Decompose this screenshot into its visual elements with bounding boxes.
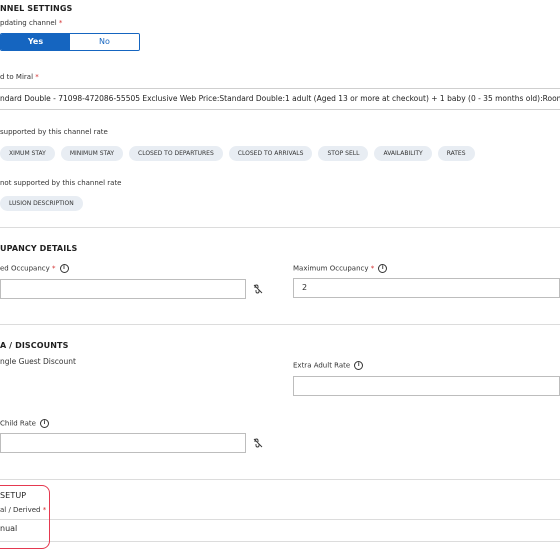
not-supported-chips: LUSION DESCRIPTION [0,196,83,211]
chip-rates: RATES [437,146,475,161]
updating-channel-label: pdating channel * [0,19,63,27]
mapped-rate-field[interactable]: ndard Double - 71098-472086-55505 Exclus… [0,88,560,110]
divider [0,541,560,542]
divider [0,324,560,325]
chip-closed-to-departures: CLOSED TO DEPARTURES [129,146,223,161]
toggle-no-button[interactable]: No [70,34,139,50]
supported-chips: XIMUM STAY MINIMUM STAY CLOSED TO DEPART… [0,146,475,161]
updating-channel-toggle[interactable]: Yes No [0,33,140,51]
toggle-yes-button[interactable]: Yes [1,34,70,50]
chip-minimum-stay: MINIMUM STAY [60,146,124,161]
child-rate-input[interactable] [0,433,246,453]
mapped-to-label: d to Miral * [0,73,39,81]
info-icon[interactable]: i [378,264,388,273]
supported-label: supported by this channel rate [0,128,108,136]
info-icon[interactable]: i [39,419,49,428]
unlink-icon[interactable] [248,433,268,453]
extra-adult-rate-input[interactable] [293,376,560,396]
highlight-outline [0,485,50,549]
chip-closed-to-arrivals: CLOSED TO ARRIVALS [228,146,313,161]
not-supported-label: not supported by this channel rate [0,179,122,187]
maximum-occupancy-input[interactable]: 2 [293,278,560,298]
included-occupancy-input[interactable] [0,279,246,299]
info-icon[interactable]: i [354,361,364,370]
chip-inclusion-description: LUSION DESCRIPTION [0,196,83,211]
unlink-icon[interactable] [248,279,268,299]
chip-availability: AVAILABILITY [374,146,432,161]
section-title-discounts: A / DISCOUNTS [0,341,69,350]
chip-stop-sell: STOP SELL [318,146,369,161]
maximum-occupancy-label: Maximum Occupancy * i [293,264,388,273]
section-title-channel-settings: NNEL SETTINGS [0,4,73,13]
section-title-occupancy: UPANCY DETAILS [0,244,78,253]
divider [0,479,560,480]
info-icon[interactable]: i [59,264,69,273]
extra-adult-rate-label: Extra Adult Rate i [293,361,364,370]
child-rate-label: Child Rate i [0,419,49,428]
included-occupancy-label: ed Occupancy * i [0,264,69,273]
chip-maximum-stay: XIMUM STAY [0,146,55,161]
divider [0,227,560,228]
divider [0,519,560,520]
single-guest-discount-label: ngle Guest Discount [0,357,76,366]
